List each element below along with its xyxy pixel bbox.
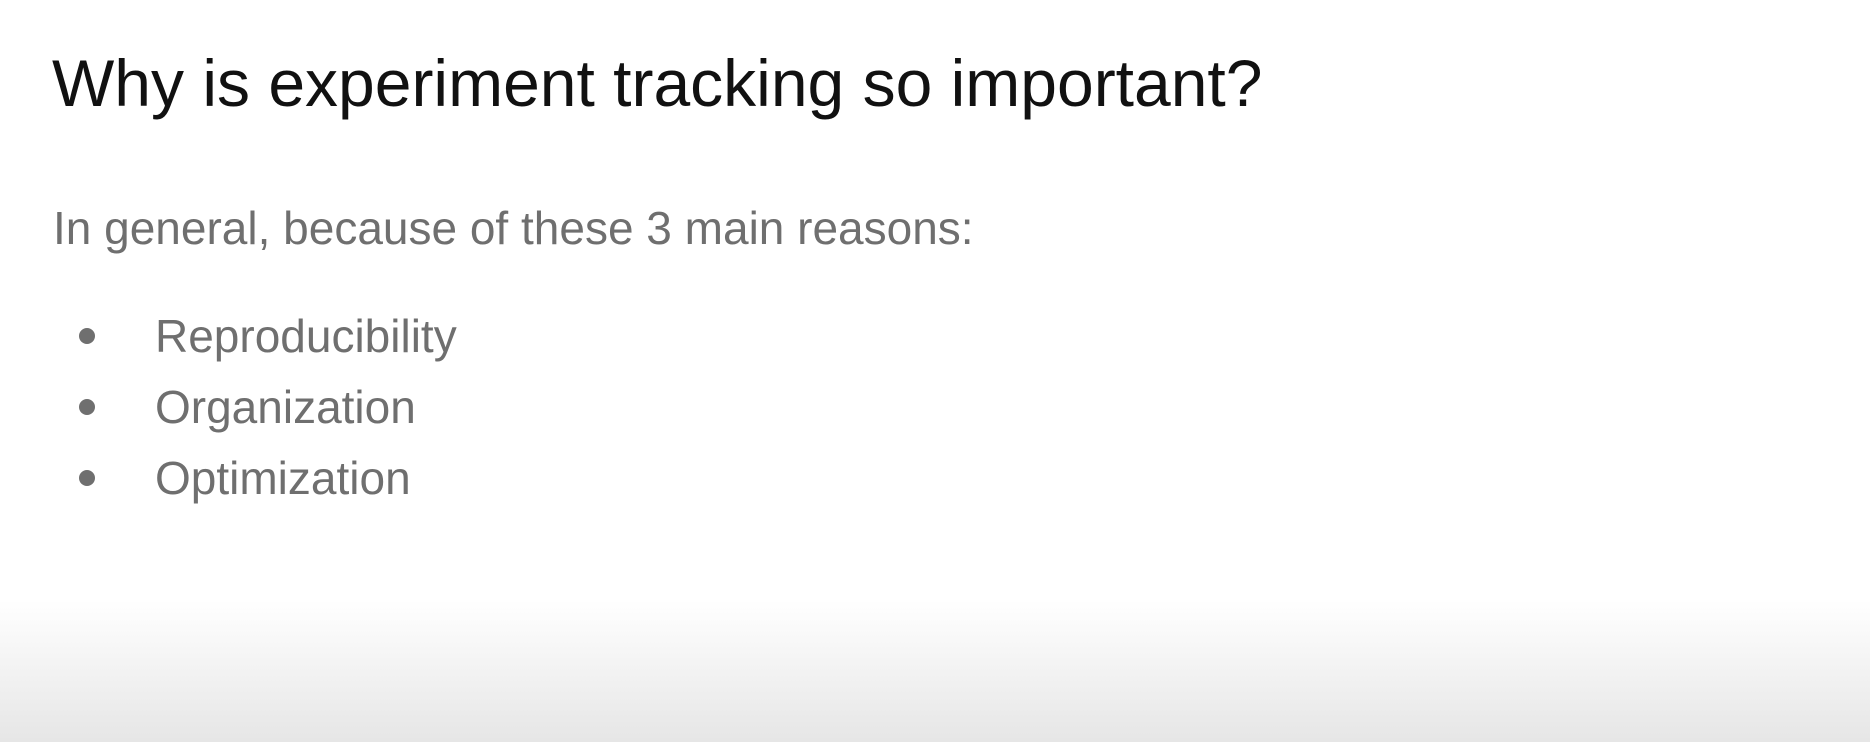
list-item-label: Reproducibility — [155, 309, 457, 362]
bullet-dot-icon — [79, 398, 95, 415]
bullet-dot-icon — [79, 327, 95, 344]
reasons-list: Reproducibility Organization Optimizatio… — [70, 300, 457, 513]
list-item-label: Optimization — [155, 451, 411, 504]
list-item-label: Organization — [155, 380, 416, 433]
list-item: Optimization — [70, 442, 457, 513]
bullet-dot-icon — [79, 469, 95, 486]
slide: Why is experiment tracking so important?… — [0, 0, 1870, 742]
list-item: Organization — [70, 371, 457, 442]
slide-title: Why is experiment tracking so important? — [52, 46, 1263, 120]
list-item: Reproducibility — [70, 300, 457, 371]
intro-text: In general, because of these 3 main reas… — [53, 202, 974, 254]
